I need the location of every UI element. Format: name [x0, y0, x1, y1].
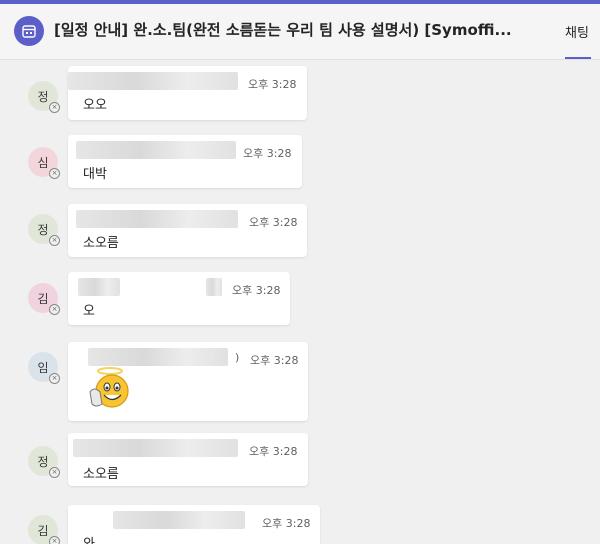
avatar-initial: 김: [37, 523, 49, 538]
tab-chat[interactable]: 채팅: [565, 22, 589, 41]
calendar-icon[interactable]: [14, 16, 44, 46]
message-text: 오: [83, 304, 95, 319]
tab-chat-active-indicator: [565, 57, 591, 59]
message-bubble[interactable]: 오후 3:28 와: [68, 505, 320, 544]
presence-offline-icon: ×: [49, 168, 60, 179]
emoji-sticker[interactable]: [84, 366, 132, 412]
presence-offline-icon: ×: [49, 373, 60, 384]
redacted-sender-name: [68, 72, 238, 90]
presence-offline-icon: ×: [49, 536, 60, 544]
message-text: 와: [83, 533, 95, 544]
message-text: 대박: [83, 167, 107, 182]
message-bubble[interactable]: ) 오후 3:28: [68, 342, 308, 421]
avatar-initial: 정: [37, 89, 49, 104]
avatar-initial: 정: [37, 222, 49, 237]
message-timestamp: 오후 3:28: [249, 216, 298, 229]
redacted-sender-name: [76, 141, 236, 159]
message-timestamp: 오후 3:28: [248, 78, 297, 91]
redacted-sender-name: [76, 210, 238, 228]
message-timestamp: 오후 3:28: [250, 354, 299, 367]
message-text: 소오름: [83, 236, 119, 251]
avatar-initial: 김: [37, 291, 49, 306]
presence-offline-icon: ×: [49, 235, 60, 246]
message-timestamp: 오후 3:28: [249, 445, 298, 458]
avatar-initial: 정: [37, 454, 49, 469]
redacted-sender-name: [78, 278, 120, 296]
channel-header: [일정 안내] 완.소.팀(완전 소름돋는 우리 팀 사용 설명서) [Symo…: [0, 4, 600, 60]
message-text: 오오: [83, 98, 107, 113]
presence-offline-icon: ×: [49, 304, 60, 315]
redacted-sender-name: [113, 511, 245, 529]
message-timestamp: 오후 3:28: [243, 147, 292, 160]
avatar-initial: 심: [37, 155, 49, 170]
message-bubble[interactable]: 오후 3:28 대박: [68, 135, 302, 188]
presence-offline-icon: ×: [49, 467, 60, 478]
message-timestamp: 오후 3:28: [232, 284, 281, 297]
message-bubble[interactable]: 오후 3:28 오오: [68, 66, 307, 120]
redacted-sender-name: [73, 439, 238, 457]
redacted-sender-name: [88, 348, 228, 366]
chat-feed[interactable]: 정 × 오후 3:28 오오 심 × 오후 3:28 대박 정 × 오후 3:2…: [0, 60, 600, 544]
redacted-sender-name: [206, 278, 222, 296]
sender-name-fragment: ): [235, 351, 240, 364]
message-text: 소오름: [83, 467, 119, 482]
avatar-initial: 임: [37, 360, 49, 375]
message-bubble[interactable]: 오후 3:28 오: [68, 272, 290, 325]
presence-offline-icon: ×: [49, 102, 60, 113]
message-bubble[interactable]: 오후 3:28 소오름: [68, 204, 307, 257]
message-timestamp: 오후 3:28: [262, 517, 311, 530]
meeting-title: [일정 안내] 완.소.팀(완전 소름돋는 우리 팀 사용 설명서) [Symo…: [54, 21, 512, 39]
message-bubble[interactable]: 오후 3:28 소오름: [68, 433, 308, 486]
